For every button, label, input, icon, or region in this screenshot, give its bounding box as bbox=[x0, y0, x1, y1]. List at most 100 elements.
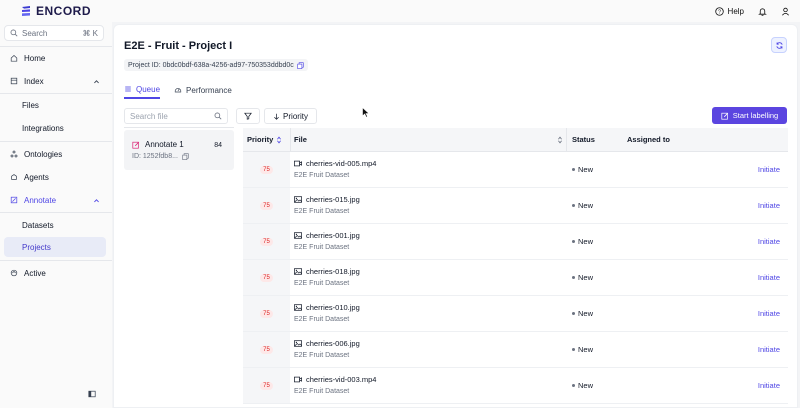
image-icon bbox=[294, 196, 302, 203]
sidebar-item-active[interactable]: Active bbox=[4, 263, 106, 283]
home-icon bbox=[10, 54, 18, 62]
filter-button[interactable] bbox=[236, 108, 260, 124]
table-header: Priority File Status Assigned to bbox=[243, 128, 788, 152]
sidebar-item-files[interactable]: Files bbox=[4, 95, 106, 115]
annotate-icon bbox=[10, 196, 18, 204]
priority-cell: 75 bbox=[243, 224, 290, 259]
help-button[interactable]: ? Help bbox=[714, 7, 744, 16]
initiate-link[interactable]: Initiate bbox=[758, 165, 780, 174]
user-icon[interactable] bbox=[781, 7, 790, 16]
active-icon bbox=[10, 269, 18, 277]
brand-logo[interactable]: ENCORD bbox=[20, 4, 91, 18]
search-file-input[interactable]: Search file bbox=[124, 108, 228, 124]
file-name: cherries-vid-005.mp4 bbox=[294, 159, 376, 168]
sort-icon[interactable] bbox=[557, 136, 563, 144]
arrow-down-icon bbox=[274, 113, 279, 120]
status-label: New bbox=[578, 273, 594, 282]
status-dot bbox=[572, 168, 575, 171]
search-icon bbox=[214, 112, 222, 120]
priority-cell: 75 bbox=[243, 296, 290, 331]
status-label: New bbox=[578, 309, 594, 318]
status-label: New bbox=[578, 381, 594, 390]
bell-icon[interactable] bbox=[758, 7, 767, 16]
sidebar: Search ⌘ K Home Index Files Integrations… bbox=[0, 22, 112, 408]
sidebar-item-integrations[interactable]: Integrations bbox=[4, 118, 106, 138]
initiate-link[interactable]: Initiate bbox=[758, 345, 780, 354]
priority-sort-button[interactable]: Priority bbox=[264, 108, 317, 124]
sidebar-item-datasets[interactable]: Datasets bbox=[4, 215, 106, 235]
column-header-assigned-to[interactable]: Assigned to bbox=[627, 135, 670, 144]
column-header-status[interactable]: Status bbox=[572, 135, 595, 144]
status-dot bbox=[572, 348, 575, 351]
copy-icon[interactable] bbox=[182, 153, 189, 160]
initiate-link[interactable]: Initiate bbox=[758, 237, 780, 246]
start-labelling-button[interactable]: Start labelling bbox=[712, 107, 787, 124]
sidebar-search-placeholder: Search bbox=[22, 28, 48, 38]
sidebar-item-annotate[interactable]: Annotate bbox=[4, 190, 106, 210]
table-row[interactable]: 75 cherries-018.jpg E2E Fruit Dataset New In… bbox=[243, 260, 788, 296]
priority-badge: 75 bbox=[260, 201, 273, 210]
table-row[interactable]: 75 cherries-006.jpg E2E Fruit Dataset New In… bbox=[243, 332, 788, 368]
tab-label: Queue bbox=[136, 84, 161, 94]
status-dot bbox=[572, 204, 575, 207]
initiate-link[interactable]: Initiate bbox=[758, 273, 780, 282]
sidebar-item-ontologies[interactable]: Ontologies bbox=[4, 144, 106, 164]
file-name-label: cherries-001.jpg bbox=[306, 231, 360, 240]
table-row[interactable]: 75 cherries-vid-003.mp4 E2E Fruit Dataset N… bbox=[243, 368, 788, 404]
sidebar-item-label: Ontologies bbox=[24, 149, 63, 159]
column-header-file[interactable]: File bbox=[294, 135, 307, 144]
file-dataset: E2E Fruit Dataset bbox=[294, 208, 350, 215]
sidebar-item-home[interactable]: Home bbox=[4, 48, 106, 68]
table-row[interactable]: 75 cherries-vid-005.mp4 E2E Fruit Dataset N… bbox=[243, 152, 788, 188]
video-icon bbox=[294, 376, 302, 383]
initiate-link[interactable]: Initiate bbox=[758, 309, 780, 318]
table-row[interactable]: 75 cherries-001.jpg E2E Fruit Dataset New In… bbox=[243, 224, 788, 260]
sidebar-item-label: Annotate bbox=[24, 195, 57, 205]
agents-icon bbox=[11, 174, 17, 180]
edit-icon bbox=[721, 112, 728, 120]
search-icon bbox=[10, 29, 18, 37]
tab-performance[interactable]: Performance bbox=[174, 81, 232, 99]
status-label: New bbox=[578, 237, 594, 246]
table-row[interactable]: 75 cherries-015.jpg E2E Fruit Dataset New In… bbox=[243, 188, 788, 224]
image-icon bbox=[294, 232, 302, 239]
sidebar-search[interactable]: Search ⌘ K bbox=[4, 25, 104, 41]
image-icon bbox=[294, 268, 302, 275]
file-dataset: E2E Fruit Dataset bbox=[294, 388, 350, 395]
refresh-button[interactable] bbox=[771, 37, 787, 53]
sidebar-item-label: Datasets bbox=[22, 220, 54, 230]
column-header-priority[interactable]: Priority bbox=[247, 135, 282, 144]
column-label: Status bbox=[572, 135, 595, 144]
image-icon bbox=[294, 340, 302, 347]
task-table: Priority File Status Assigned to 75 cherr… bbox=[243, 128, 788, 408]
divider bbox=[0, 46, 112, 47]
priority-cell: 75 bbox=[243, 332, 290, 367]
sidebar-item-projects[interactable]: Projects bbox=[4, 237, 106, 257]
column-label: Assigned to bbox=[627, 135, 670, 144]
table-row[interactable]: 75 cherries-010.jpg E2E Fruit Dataset New In… bbox=[243, 296, 788, 332]
list-icon bbox=[125, 86, 131, 92]
file-name-label: cherries-006.jpg bbox=[306, 339, 360, 348]
task-card[interactable]: Annotate 1 84 ID: 1252fdb8... bbox=[124, 130, 234, 170]
priority-badge: 75 bbox=[260, 273, 273, 282]
status-label: New bbox=[578, 165, 594, 174]
tab-queue[interactable]: Queue bbox=[124, 81, 161, 99]
sidebar-item-label: Agents bbox=[24, 172, 49, 182]
collapse-sidebar-icon[interactable] bbox=[88, 390, 96, 398]
priority-cell: 75 bbox=[243, 188, 290, 223]
status-dot bbox=[572, 276, 575, 279]
priority-badge: 75 bbox=[260, 309, 273, 318]
initiate-link[interactable]: Initiate bbox=[758, 381, 780, 390]
copy-icon[interactable] bbox=[297, 61, 304, 69]
sidebar-item-agents[interactable]: Agents bbox=[4, 167, 106, 187]
initiate-link[interactable]: Initiate bbox=[758, 201, 780, 210]
mouse-cursor-icon bbox=[362, 107, 370, 118]
chevron-up-icon bbox=[94, 79, 99, 83]
page-title: E2E - Fruit - Project I bbox=[124, 40, 233, 52]
annotate-task-icon bbox=[132, 141, 140, 149]
sidebar-item-label: Integrations bbox=[22, 123, 64, 133]
task-id: ID: 1252fdb8... bbox=[132, 153, 178, 160]
sidebar-item-index[interactable]: Index bbox=[4, 71, 106, 91]
file-dataset: E2E Fruit Dataset bbox=[294, 316, 350, 323]
priority-cell: 75 bbox=[243, 152, 290, 187]
